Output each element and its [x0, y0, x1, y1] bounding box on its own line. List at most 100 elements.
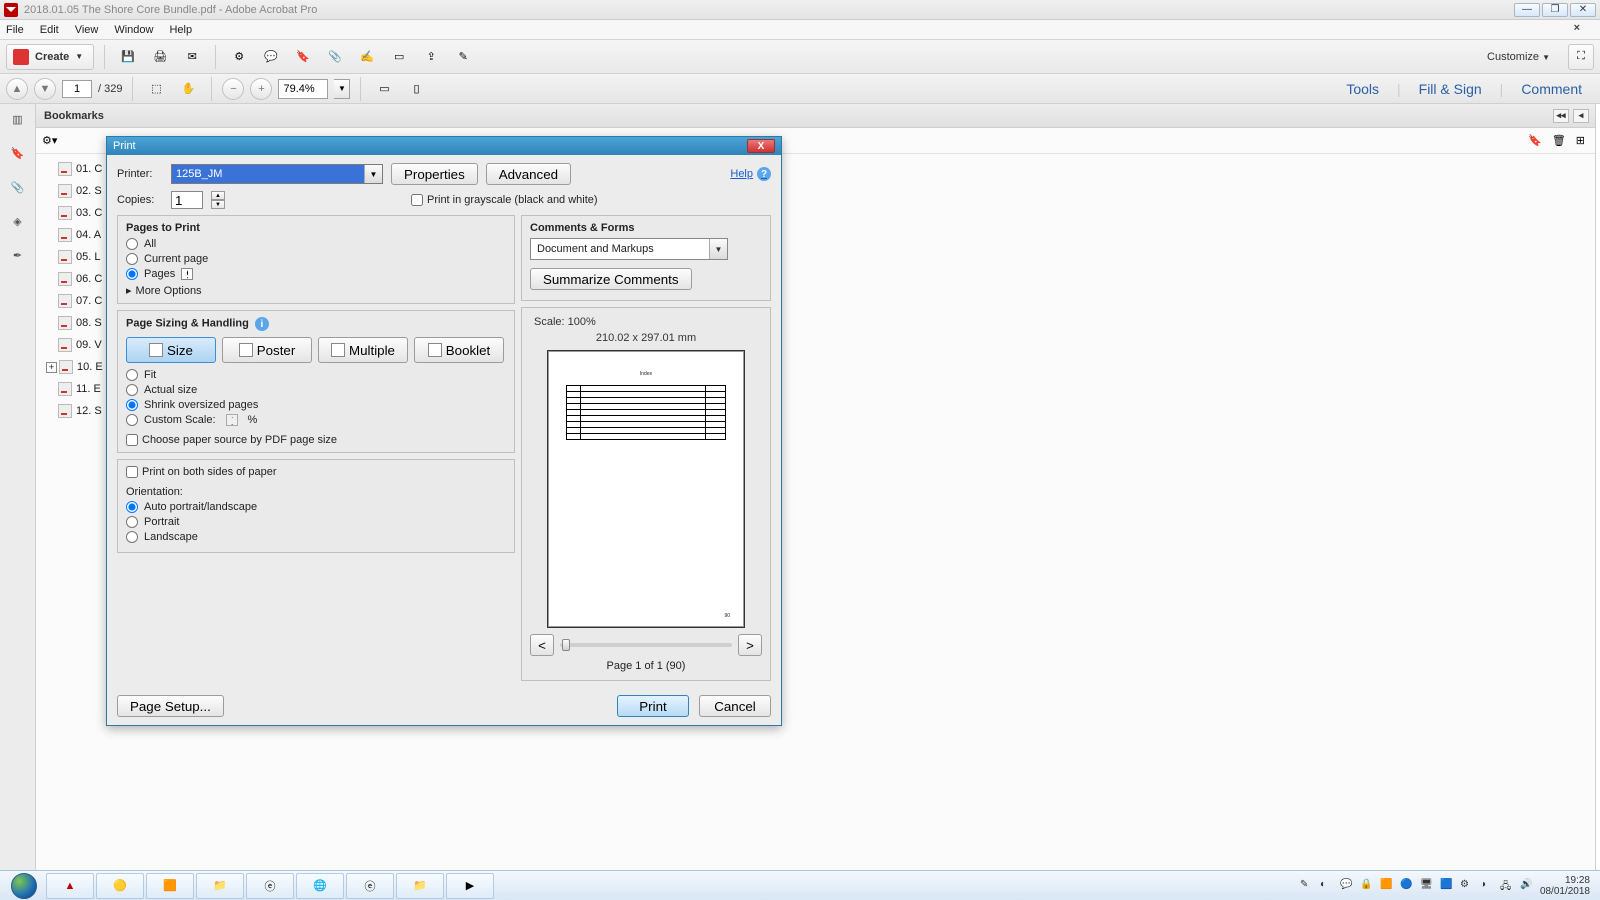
tray-volume-icon[interactable]: 🔊	[1520, 879, 1534, 893]
thumbnails-icon[interactable]: ▥	[7, 108, 29, 130]
print-dialog-close-button[interactable]: X	[747, 139, 775, 153]
more-options-toggle[interactable]: ▸More Options	[126, 284, 506, 297]
menu-window[interactable]: Window	[114, 24, 153, 36]
export-icon[interactable]: ⇪	[418, 44, 444, 70]
document-close-icon[interactable]: ×	[1574, 22, 1580, 34]
copies-spinner[interactable]: ▲▼	[211, 191, 225, 209]
chevron-down-icon[interactable]: ▼	[364, 165, 382, 183]
gear-icon[interactable]: ⚙	[226, 44, 252, 70]
tray-icon[interactable]: 💬	[1340, 879, 1354, 893]
tray-icon[interactable]: ◑	[1480, 879, 1494, 893]
start-button[interactable]	[4, 872, 44, 900]
bookmark-expand-icon[interactable]: ⊞	[1576, 134, 1585, 147]
tray-icon[interactable]: 🔒	[1360, 879, 1374, 893]
restore-button[interactable]: ❐	[1542, 3, 1568, 17]
choose-paper-checkbox[interactable]: Choose paper source by PDF page size	[126, 434, 506, 446]
orientation-portrait-radio[interactable]: Portrait	[126, 516, 506, 528]
taskbar-media[interactable]: ▶	[446, 873, 494, 899]
print-icon[interactable]: 🖨	[147, 44, 173, 70]
menu-edit[interactable]: Edit	[40, 24, 59, 36]
customize-menu[interactable]: Customize ▼	[1481, 51, 1556, 63]
pages-range-input[interactable]	[181, 268, 193, 280]
taskbar-ie2[interactable]: ⓔ	[346, 873, 394, 899]
sizing-poster-button[interactable]: Poster	[222, 337, 312, 363]
print-cancel-button[interactable]: Cancel	[699, 695, 771, 717]
taskbar-browser[interactable]: 🌐	[296, 873, 344, 899]
comments-forms-select[interactable]: Document and Markups ▼	[530, 238, 728, 260]
page-down-button[interactable]: ▼	[34, 78, 56, 100]
orientation-landscape-radio[interactable]: Landscape	[126, 531, 506, 543]
taskbar-explorer[interactable]: 📁	[196, 873, 244, 899]
tray-icon[interactable]: ✎	[1300, 879, 1314, 893]
tools-panel-toggle[interactable]: Tools	[1346, 81, 1379, 97]
tray-icon[interactable]: ⚙	[1460, 879, 1474, 893]
taskbar-acrobat[interactable]: ▲	[46, 873, 94, 899]
select-tool-icon[interactable]: ⬚	[143, 76, 169, 102]
bookmarks-options-icon[interactable]: ⚙▾	[42, 134, 57, 147]
actual-size-radio[interactable]: Actual size	[126, 384, 506, 396]
email-icon[interactable]: ✉	[179, 44, 205, 70]
panel-collapse-left-icon[interactable]: ◂◂	[1553, 109, 1569, 123]
print-confirm-button[interactable]: Print	[617, 695, 689, 717]
pages-range-radio[interactable]: Pages	[126, 268, 506, 280]
tray-icon[interactable]: 🖥	[1420, 879, 1434, 893]
tray-icon[interactable]: ◐	[1320, 879, 1334, 893]
tray-icon[interactable]: 🔵	[1400, 879, 1414, 893]
new-bookmark-icon[interactable]: 🔖	[1528, 134, 1542, 147]
grayscale-checkbox[interactable]: Print in grayscale (black and white)	[411, 194, 598, 206]
attachments-icon[interactable]: 📎	[7, 176, 29, 198]
expand-icon[interactable]: +	[46, 362, 57, 373]
delete-bookmark-icon[interactable]: 🗑	[1552, 134, 1566, 147]
signatures-icon[interactable]: ✒	[7, 244, 29, 266]
copies-input[interactable]	[171, 191, 203, 209]
pages-all-radio[interactable]: All	[126, 238, 506, 250]
zoom-in-button[interactable]: +	[250, 78, 272, 100]
printer-select[interactable]: 125B_JM ▼	[171, 164, 383, 184]
zoom-dropdown[interactable]: ▼	[334, 79, 350, 99]
zoom-out-button[interactable]: −	[222, 78, 244, 100]
save-icon[interactable]: 💾	[115, 44, 141, 70]
menu-help[interactable]: Help	[169, 24, 192, 36]
orientation-auto-radio[interactable]: Auto portrait/landscape	[126, 501, 506, 513]
hand-tool-icon[interactable]: ✋	[175, 76, 201, 102]
custom-scale-radio[interactable]: Custom Scale: %	[126, 414, 506, 426]
summarize-comments-button[interactable]: Summarize Comments	[530, 268, 692, 290]
tray-clock[interactable]: 19:28 08/01/2018	[1540, 875, 1590, 897]
create-button[interactable]: Create ▼	[6, 44, 94, 70]
taskbar-chrome[interactable]: 🟡	[96, 873, 144, 899]
fit-radio[interactable]: Fit	[126, 369, 506, 381]
comment-panel-toggle[interactable]: Comment	[1521, 81, 1582, 97]
chevron-down-icon[interactable]: ▼	[709, 239, 727, 259]
sizing-booklet-button[interactable]: Booklet	[414, 337, 504, 363]
preview-slider[interactable]	[560, 643, 732, 647]
minimize-button[interactable]: —	[1514, 3, 1540, 17]
attach-icon[interactable]: 📎	[322, 44, 348, 70]
fullscreen-icon[interactable]: ⛶	[1568, 44, 1594, 70]
edit-icon[interactable]: ✎	[450, 44, 476, 70]
menu-file[interactable]: File	[6, 24, 24, 36]
stamp-icon[interactable]: 🔖	[290, 44, 316, 70]
fill-sign-panel-toggle[interactable]: Fill & Sign	[1419, 81, 1482, 97]
taskbar-explorer2[interactable]: 📁	[396, 873, 444, 899]
printer-advanced-button[interactable]: Advanced	[486, 163, 571, 185]
print-help-link[interactable]: Help?	[730, 167, 771, 181]
both-sides-checkbox[interactable]: Print on both sides of paper	[126, 466, 506, 478]
comment-bubble-icon[interactable]: 💬	[258, 44, 284, 70]
tray-icon[interactable]: 🟦	[1440, 879, 1454, 893]
tray-icon[interactable]: 🟧	[1380, 879, 1394, 893]
layers-icon[interactable]: ◈	[7, 210, 29, 232]
preview-next-button[interactable]: >	[738, 634, 762, 656]
close-button[interactable]: ✕	[1570, 3, 1596, 17]
shrink-radio[interactable]: Shrink oversized pages	[126, 399, 506, 411]
preview-prev-button[interactable]: <	[530, 634, 554, 656]
fit-page-icon[interactable]: ▯	[403, 76, 429, 102]
print-dialog-titlebar[interactable]: Print X	[107, 137, 781, 155]
page-number-input[interactable]	[62, 80, 92, 98]
taskbar-ie[interactable]: ⓔ	[246, 873, 294, 899]
bookmarks-icon[interactable]: 🔖	[7, 142, 29, 164]
taskbar-outlook[interactable]: 🟧	[146, 873, 194, 899]
redact-icon[interactable]: ▭	[386, 44, 412, 70]
menu-view[interactable]: View	[75, 24, 99, 36]
info-icon[interactable]: i	[255, 317, 269, 331]
sizing-size-button[interactable]: Size	[126, 337, 216, 363]
